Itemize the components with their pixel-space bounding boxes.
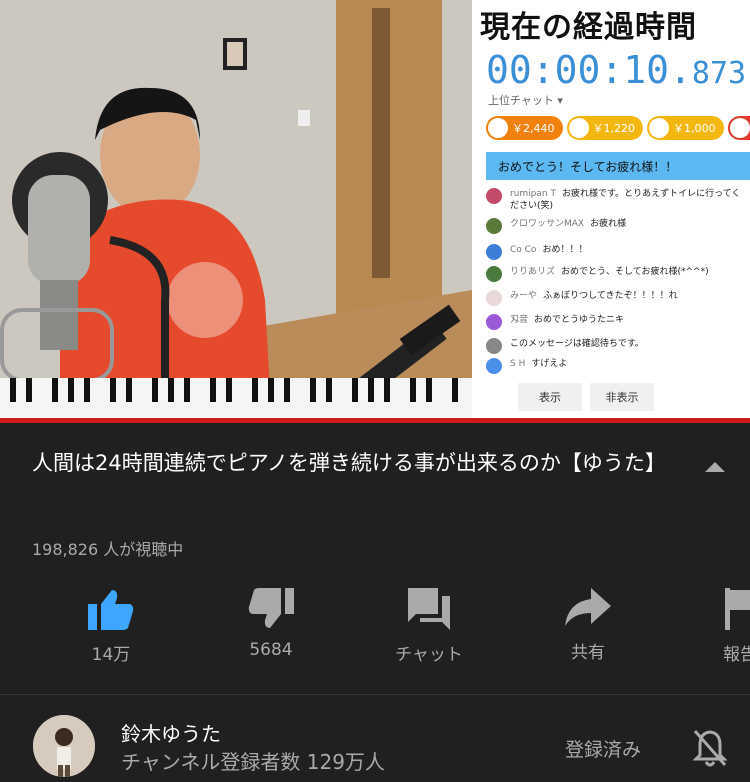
chevron-up-icon[interactable]	[705, 462, 725, 472]
chat-button[interactable]: チャット	[379, 588, 479, 665]
timer-title: 現在の経過時間	[480, 10, 697, 45]
chat-message: クロワッサンMAX お疲れ様	[486, 218, 748, 234]
avatar	[486, 314, 502, 330]
hide-button[interactable]: 非表示	[590, 383, 654, 411]
like-count: 14万	[91, 645, 131, 665]
thumbs-down-icon	[248, 588, 294, 628]
live-progress-bar	[0, 418, 750, 423]
superchat-amount: ￥2,440	[512, 122, 555, 135]
avatar	[486, 358, 502, 374]
superchat-amount: ￥1,220	[592, 122, 636, 135]
chat-text: このメッセージは確認待ちです。	[510, 339, 644, 349]
share-label: 共有	[571, 643, 605, 663]
report-label: 報告	[723, 645, 750, 665]
superchat-amount: ￥1,000	[673, 122, 716, 135]
chat-author: 刄音	[510, 315, 529, 325]
chat-message: このメッセージは確認待ちです。	[486, 338, 748, 354]
share-button[interactable]: 共有	[538, 588, 638, 663]
chat-icon	[408, 588, 450, 630]
timer-ms: 873	[691, 56, 747, 91]
chat-text: ふぁぼりつしてきたぞ！！！！れ	[543, 291, 678, 301]
chat-text: おめでとうゆうたニキ	[534, 315, 625, 325]
superchat-ticker: ￥2,440 ￥1,220 ￥1,000 ￥	[486, 116, 750, 140]
chat-message: Co Co おめ！！！	[486, 244, 748, 260]
superchat-chip[interactable]: ￥2,440	[486, 116, 563, 140]
chat-message-body: S H すげえよ	[510, 358, 567, 370]
chat-header: 上位チャット ▾	[488, 94, 563, 107]
chat-author: S H	[510, 359, 526, 369]
chat-text: お疲れ様	[590, 219, 627, 229]
flag-icon	[725, 588, 750, 630]
chat-author: りりあリズ	[510, 267, 556, 277]
chat-message: rumipan T お疲れ様です。とりあえずトイレに行ってください(笑)	[486, 188, 748, 212]
chat-message-body: みーや ふぁぼりつしてきたぞ！！！！れ	[510, 290, 678, 302]
chat-message-body: 刄音 おめでとうゆうたニキ	[510, 314, 624, 326]
chat-message: S H すげえよ	[486, 358, 748, 374]
avatar	[486, 338, 502, 354]
avatar	[486, 266, 502, 282]
superchat-chip[interactable]: ￥1,000	[647, 116, 724, 140]
dislike-count: 5684	[249, 640, 293, 660]
like-button[interactable]: 14万	[61, 588, 161, 665]
chat-message: 刄音 おめでとうゆうたニキ	[486, 314, 748, 330]
notification-bell-button[interactable]	[692, 728, 728, 772]
chat-text: おめでとう、そしてお疲れ様(*^^*)	[561, 267, 709, 277]
elapsed-timer: 00:00:10.873	[486, 48, 746, 92]
avatar	[568, 118, 589, 138]
chat-message-body: クロワッサンMAX お疲れ様	[510, 218, 626, 230]
timer-main: 00:00:10.	[486, 48, 692, 92]
pinned-superchat: おめでとう！そしてお疲れ様！！	[486, 152, 750, 180]
channel-avatar[interactable]	[33, 715, 95, 777]
bell-off-icon	[692, 730, 728, 767]
share-icon	[565, 588, 611, 626]
dislike-button[interactable]: 5684	[221, 588, 321, 660]
chat-text: おめ！！！	[542, 245, 588, 255]
video-title: 人間は24時間連続でピアノを弾き続ける事が出来るのか【ゆうた】	[32, 451, 666, 475]
divider	[0, 694, 750, 695]
channel-name[interactable]: 鈴木ゆうた	[121, 718, 221, 747]
avatar	[486, 188, 502, 204]
avatar	[649, 118, 669, 138]
chat-author: rumipan T	[510, 189, 556, 199]
avatar	[486, 290, 502, 306]
show-button[interactable]: 表示	[518, 383, 582, 411]
chat-author: みーや	[510, 291, 538, 301]
chat-message-body: りりあリズ おめでとう、そしてお疲れ様(*^^*)	[510, 266, 709, 278]
chat-label: チャット	[395, 645, 463, 665]
superchat-chip[interactable]: ￥1,220	[566, 116, 643, 140]
avatar	[486, 244, 502, 260]
chat-author: クロワッサンMAX	[510, 219, 585, 229]
avatar	[729, 118, 750, 138]
chat-message-body: rumipan T お疲れ様です。とりあえずトイレに行ってください(笑)	[510, 188, 748, 212]
chat-text: すげえよ	[531, 359, 568, 369]
subscribed-button[interactable]: 登録済み	[565, 735, 641, 762]
chat-author: Co Co	[510, 245, 537, 255]
video-player[interactable]: 現在の経過時間 00:00:10.873 上位チャット ▾ ￥2,440 ￥1,2…	[0, 0, 750, 418]
stream-overlay: 現在の経過時間 00:00:10.873 上位チャット ▾ ￥2,440 ￥1,2…	[472, 0, 750, 418]
viewer-count: 198,826 人が視聴中	[32, 540, 184, 559]
chat-message: りりあリズ おめでとう、そしてお疲れ様(*^^*)	[486, 266, 748, 282]
superchat-chip[interactable]: ￥	[727, 116, 750, 140]
avatar	[488, 118, 508, 138]
chat-message-body: Co Co おめ！！！	[510, 244, 587, 256]
subscriber-count: チャンネル登録者数 129万人	[121, 750, 385, 774]
report-button[interactable]: 報告	[690, 588, 750, 665]
chat-message: みーや ふぁぼりつしてきたぞ！！！！れ	[486, 290, 748, 306]
avatar	[486, 218, 502, 234]
chat-message-body: このメッセージは確認待ちです。	[510, 338, 644, 350]
thumbs-up-icon	[88, 590, 134, 630]
